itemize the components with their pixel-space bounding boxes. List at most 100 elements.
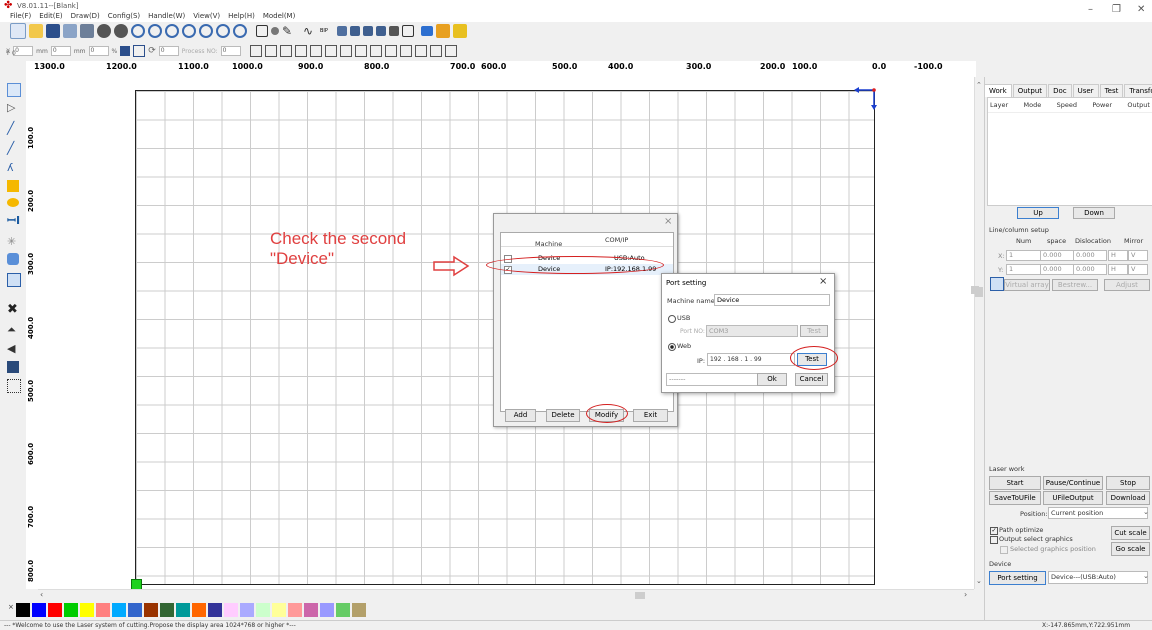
y-mirror-h-checkbox[interactable]: H xyxy=(1108,264,1128,275)
fill-icon[interactable] xyxy=(337,26,347,36)
palette-swatch[interactable] xyxy=(144,603,158,617)
palette-swatch[interactable] xyxy=(352,603,366,617)
tab-output[interactable]: Output xyxy=(1012,84,1048,97)
menu-config[interactable]: Config(S) xyxy=(108,12,140,20)
device-select[interactable]: Device---(USB:Auto) xyxy=(1048,571,1148,584)
monitor-icon[interactable] xyxy=(421,26,433,36)
palette-swatch[interactable] xyxy=(96,603,110,617)
exit-device-button[interactable]: Exit xyxy=(633,409,668,422)
device-dropdown-icon[interactable]: ⌄ xyxy=(1143,572,1149,580)
palette-swatch[interactable] xyxy=(32,603,46,617)
x-space-field[interactable]: 0.000 xyxy=(1040,250,1074,261)
palette-swatch[interactable] xyxy=(256,603,270,617)
save-file-icon[interactable] xyxy=(46,24,60,38)
position-br-icon[interactable] xyxy=(429,45,442,57)
zoom-all-icon[interactable] xyxy=(199,24,213,38)
palette-swatch[interactable] xyxy=(224,603,238,617)
align-left-icon[interactable] xyxy=(350,26,360,36)
same-height-icon[interactable] xyxy=(324,45,337,57)
menu-handle[interactable]: Handle(W) xyxy=(148,12,185,20)
menu-help[interactable]: Help(H) xyxy=(228,12,255,20)
import-icon[interactable] xyxy=(63,24,77,38)
position-bl-icon[interactable] xyxy=(414,45,427,57)
palette-swatch[interactable] xyxy=(208,603,222,617)
palette-swatch[interactable] xyxy=(304,603,318,617)
palette-swatch[interactable] xyxy=(176,603,190,617)
menu-model[interactable]: Model(M) xyxy=(263,12,296,20)
mirror-tool-icon[interactable]: ⏶ xyxy=(7,323,19,336)
new-file-icon[interactable] xyxy=(10,23,26,39)
pen-icon[interactable]: ✎ xyxy=(282,24,296,38)
lock-ratio-icon[interactable] xyxy=(120,46,131,56)
line-tool-icon[interactable]: ╱ xyxy=(7,121,19,135)
delete-tool-icon[interactable]: ✖ xyxy=(7,302,19,317)
selected-pos-checkbox[interactable] xyxy=(1000,546,1008,554)
y-mirror-v-checkbox[interactable]: V xyxy=(1128,264,1148,275)
download-button[interactable]: Download xyxy=(1106,491,1150,505)
matrix-tool-icon[interactable] xyxy=(7,379,21,393)
usb-radio[interactable] xyxy=(668,315,676,323)
close-window-button[interactable]: ✕ xyxy=(1137,4,1145,15)
tab-doc[interactable]: Doc xyxy=(1048,84,1072,97)
scroll-up-icon[interactable]: ⌃ xyxy=(976,81,982,89)
curve-icon[interactable]: ∿ xyxy=(303,24,317,38)
palette-swatch[interactable] xyxy=(336,603,350,617)
go-scale-button[interactable]: Go scale xyxy=(1111,542,1150,556)
palette-swatch[interactable] xyxy=(320,603,334,617)
output-select-checkbox[interactable] xyxy=(990,536,998,544)
position-tl-icon[interactable] xyxy=(384,45,397,57)
scroll-down-icon[interactable]: ⌄ xyxy=(976,577,982,585)
add-device-button[interactable]: Add xyxy=(505,409,536,422)
export-icon[interactable] xyxy=(80,24,94,38)
scroll-right-icon[interactable]: › xyxy=(964,590,967,599)
tab-test[interactable]: Test xyxy=(1099,84,1124,97)
y-space-field[interactable]: 0.000 xyxy=(1040,264,1074,275)
pause-continue-button[interactable]: Pause/Continue xyxy=(1043,476,1103,490)
palette-swatch[interactable] xyxy=(160,603,174,617)
bestrew-button[interactable]: Bestrew... xyxy=(1052,279,1098,291)
palette-swatch[interactable] xyxy=(112,603,126,617)
y-num-field[interactable]: 1 xyxy=(1006,264,1042,275)
select-rect-icon[interactable] xyxy=(256,25,268,37)
zoom-page-icon[interactable] xyxy=(165,24,179,38)
align-bottom-icon[interactable] xyxy=(264,45,277,57)
image-tool-icon[interactable] xyxy=(7,253,19,265)
no-color-icon[interactable]: × xyxy=(8,603,14,617)
scroll-left-icon[interactable]: ‹ xyxy=(40,590,43,599)
layer-up-button[interactable]: Up xyxy=(1017,207,1059,219)
x-position-field[interactable]: 0 xyxy=(13,46,34,56)
adjust-button[interactable]: Adjust xyxy=(1104,279,1150,291)
ok-button[interactable]: Ok xyxy=(757,373,787,386)
menu-view[interactable]: View(V) xyxy=(193,12,220,20)
bitmap-icon[interactable]: BIP xyxy=(320,24,334,38)
tab-work[interactable]: Work xyxy=(984,84,1012,97)
point-tool-icon[interactable]: ✳ xyxy=(7,235,19,248)
mirror-h-icon[interactable] xyxy=(339,45,352,57)
x-mirror-v-checkbox[interactable]: V xyxy=(1128,250,1148,261)
virtual-array-button[interactable]: Virtual array xyxy=(1004,279,1050,291)
same-width-icon[interactable] xyxy=(309,45,322,57)
web-radio[interactable] xyxy=(668,343,676,351)
curve-tool-icon[interactable]: ʎ xyxy=(7,161,19,174)
ellipse-tool-icon[interactable] xyxy=(7,198,19,207)
palette-swatch[interactable] xyxy=(48,603,62,617)
palette-swatch[interactable] xyxy=(272,603,286,617)
scale-x-field[interactable]: 0 xyxy=(88,46,109,56)
grid-icon[interactable] xyxy=(402,25,414,37)
zoom-fit-icon[interactable] xyxy=(216,24,230,38)
align-tool-icon[interactable] xyxy=(7,361,19,373)
start-button[interactable]: Start xyxy=(989,476,1041,490)
align-right-icon[interactable] xyxy=(376,26,386,36)
maximize-button[interactable]: ❐ xyxy=(1112,4,1121,15)
align-vcenter-icon[interactable] xyxy=(279,45,292,57)
palette-swatch[interactable] xyxy=(240,603,254,617)
align-center-icon[interactable] xyxy=(363,26,373,36)
open-file-icon[interactable] xyxy=(29,24,43,38)
laser-icon[interactable] xyxy=(436,24,450,38)
rotate-icon[interactable]: ⟳ xyxy=(148,46,156,56)
align-hcenter-icon[interactable] xyxy=(294,45,307,57)
ip-address-field[interactable]: 192 . 168 . 1 . 99 xyxy=(707,353,795,366)
port-setting-button[interactable]: Port setting xyxy=(989,571,1046,585)
rotate-field[interactable]: 0 xyxy=(158,46,179,56)
palette-swatch[interactable] xyxy=(288,603,302,617)
